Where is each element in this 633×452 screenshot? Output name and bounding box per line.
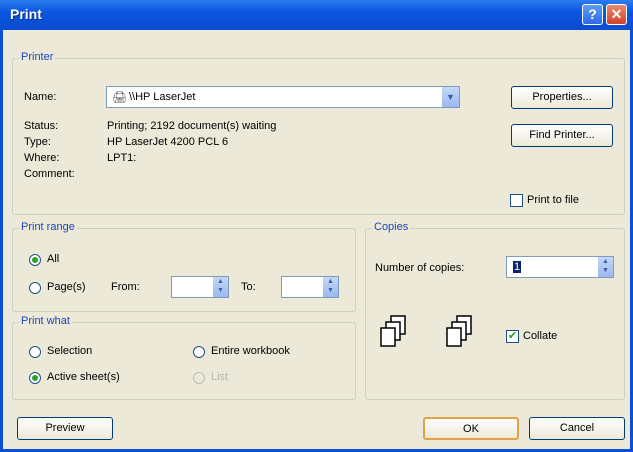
entire-workbook-label: Entire workbook <box>211 345 290 357</box>
collate-checkbox[interactable]: ✔ <box>506 330 519 343</box>
print-range-group: Print range <box>12 221 356 312</box>
list-radio <box>193 372 205 384</box>
from-label: From: <box>111 281 140 293</box>
copies-legend: Copies <box>372 221 411 233</box>
chevron-down-icon[interactable]: ▼ <box>442 87 459 107</box>
window-title: Print <box>10 6 42 22</box>
list-label: List <box>211 371 229 383</box>
name-label: Name: <box>24 91 57 103</box>
where-label: Where: <box>24 152 60 164</box>
close-button[interactable]: ✕ <box>606 4 627 25</box>
all-label: All <box>47 253 60 265</box>
collate-label: Collate <box>523 330 558 342</box>
print-to-file-checkbox[interactable] <box>510 194 523 207</box>
preview-button[interactable]: Preview <box>17 417 113 440</box>
title-bar: Print ? ✕ <box>0 0 633 30</box>
printer-icon: 🖨 <box>112 90 128 104</box>
active-sheets-radio[interactable] <box>29 372 41 384</box>
collate-pages-icon <box>380 315 406 347</box>
print-dialog: Print ? ✕ Printer Name: 🖨 \\HP LaserJet … <box>0 0 633 452</box>
selection-radio[interactable] <box>29 346 41 358</box>
all-radio[interactable] <box>29 254 41 266</box>
type-label: Type: <box>24 136 51 148</box>
printer-name-value: \\HP LaserJet <box>129 91 196 103</box>
status-label: Status: <box>24 120 59 132</box>
pages-label: Page(s) <box>47 281 86 293</box>
properties-button[interactable]: Properties... <box>511 86 613 109</box>
comment-label: Comment: <box>24 168 75 180</box>
spinner-arrows-icon[interactable]: ▲ ▼ <box>213 277 228 297</box>
to-spinner[interactable]: ▲ ▼ <box>281 276 339 298</box>
number-of-copies-spinner[interactable]: 1 ▲ ▼ <box>506 256 614 278</box>
number-of-copies-value: 1 <box>513 261 522 273</box>
print-what-group: Print what <box>12 315 356 400</box>
to-label: To: <box>241 281 256 293</box>
spinner-arrows-icon[interactable]: ▲ ▼ <box>323 277 338 297</box>
collate-pages-icon <box>446 315 472 347</box>
type-value: HP LaserJet 4200 PCL 6 <box>107 136 229 148</box>
find-printer-button[interactable]: Find Printer... <box>511 124 613 147</box>
printer-name-select[interactable]: 🖨 \\HP LaserJet ▼ <box>106 86 460 108</box>
status-value: Printing; 2192 document(s) waiting <box>107 120 277 132</box>
printer-legend: Printer <box>19 51 56 63</box>
spinner-arrows-icon[interactable]: ▲ ▼ <box>598 257 613 277</box>
number-of-copies-label: Number of copies: <box>375 262 465 274</box>
print-what-legend: Print what <box>19 315 72 327</box>
ok-button[interactable]: OK <box>423 417 519 440</box>
cancel-button[interactable]: Cancel <box>529 417 625 440</box>
where-value: LPT1: <box>107 152 137 164</box>
print-range-legend: Print range <box>19 221 77 233</box>
from-spinner[interactable]: ▲ ▼ <box>171 276 229 298</box>
entire-workbook-radio[interactable] <box>193 346 205 358</box>
active-sheets-label: Active sheet(s) <box>47 371 120 383</box>
help-button[interactable]: ? <box>582 4 603 25</box>
print-to-file-label: Print to file <box>527 194 579 206</box>
pages-radio[interactable] <box>29 282 41 294</box>
selection-label: Selection <box>47 345 93 357</box>
